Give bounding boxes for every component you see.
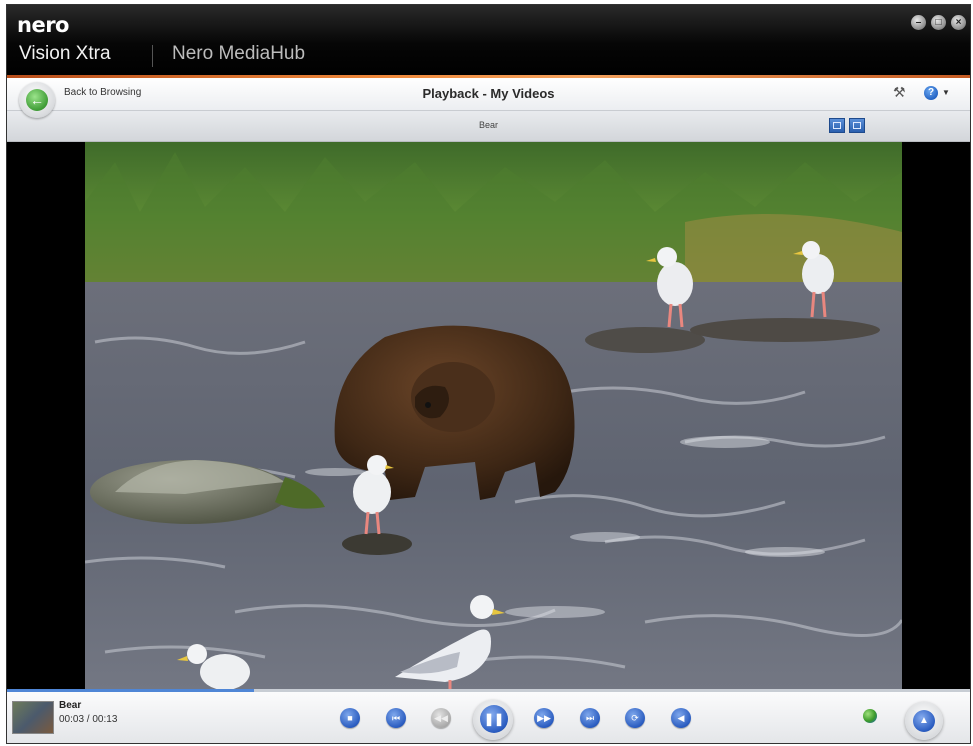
pause-icon[interactable]: ❚❚ xyxy=(480,705,508,733)
video-frame-image xyxy=(85,142,902,689)
playback-control-bar: Bear 00:03 / 00:13 ■ ⏮ ◀◀ ❚❚ ▶▶ ⏭ ⟳ ◀ ▲ xyxy=(7,692,970,743)
nero-logo: nero xyxy=(17,13,69,37)
title-bar: nero Vision Xtra Nero MediaHub – □ × xyxy=(7,5,970,75)
previous-icon[interactable]: ⏮ xyxy=(386,708,406,728)
page-title: Playback - My Videos xyxy=(422,86,555,101)
globe-icon[interactable] xyxy=(863,709,877,723)
navigation-bar: ← Back to Browsing Playback - My Videos … xyxy=(7,78,970,118)
minimize-icon[interactable]: – xyxy=(911,15,926,30)
current-clip-name: Bear xyxy=(59,700,82,711)
video-frame[interactable] xyxy=(85,142,902,689)
clip-title-bar: Bear xyxy=(7,111,970,142)
video-player[interactable] xyxy=(7,142,970,689)
help-icon[interactable]: ? xyxy=(924,86,938,100)
clip-title: Bear xyxy=(478,120,498,130)
clip-thumbnail xyxy=(12,701,54,734)
app-name-secondary[interactable]: Nero MediaHub xyxy=(172,43,305,65)
app-window: nero Vision Xtra Nero MediaHub – □ × ← B… xyxy=(7,5,970,743)
stop-icon[interactable]: ■ xyxy=(340,708,360,728)
rewind-icon[interactable]: ◀◀ xyxy=(431,708,451,728)
fit-window-icon[interactable] xyxy=(849,118,865,133)
expand-up-icon[interactable]: ▲ xyxy=(913,710,935,732)
next-icon[interactable]: ⏭ xyxy=(580,708,600,728)
title-separator xyxy=(152,45,153,67)
hammer-icon[interactable]: ⚒ xyxy=(893,84,906,101)
playback-time: 00:03 / 00:13 xyxy=(59,714,118,725)
back-button[interactable]: ← xyxy=(19,82,55,118)
window-controls: – □ × xyxy=(911,15,966,30)
chevron-down-icon[interactable]: ▼ xyxy=(942,88,950,97)
close-icon[interactable]: × xyxy=(951,15,966,30)
volume-icon[interactable]: ◀ xyxy=(671,708,691,728)
fast-forward-icon[interactable]: ▶▶ xyxy=(534,708,554,728)
back-arrow-icon: ← xyxy=(26,89,48,111)
maximize-icon[interactable]: □ xyxy=(931,15,946,30)
app-name: Vision Xtra xyxy=(19,43,111,64)
fullscreen-icon[interactable] xyxy=(829,118,845,133)
repeat-icon[interactable]: ⟳ xyxy=(625,708,645,728)
